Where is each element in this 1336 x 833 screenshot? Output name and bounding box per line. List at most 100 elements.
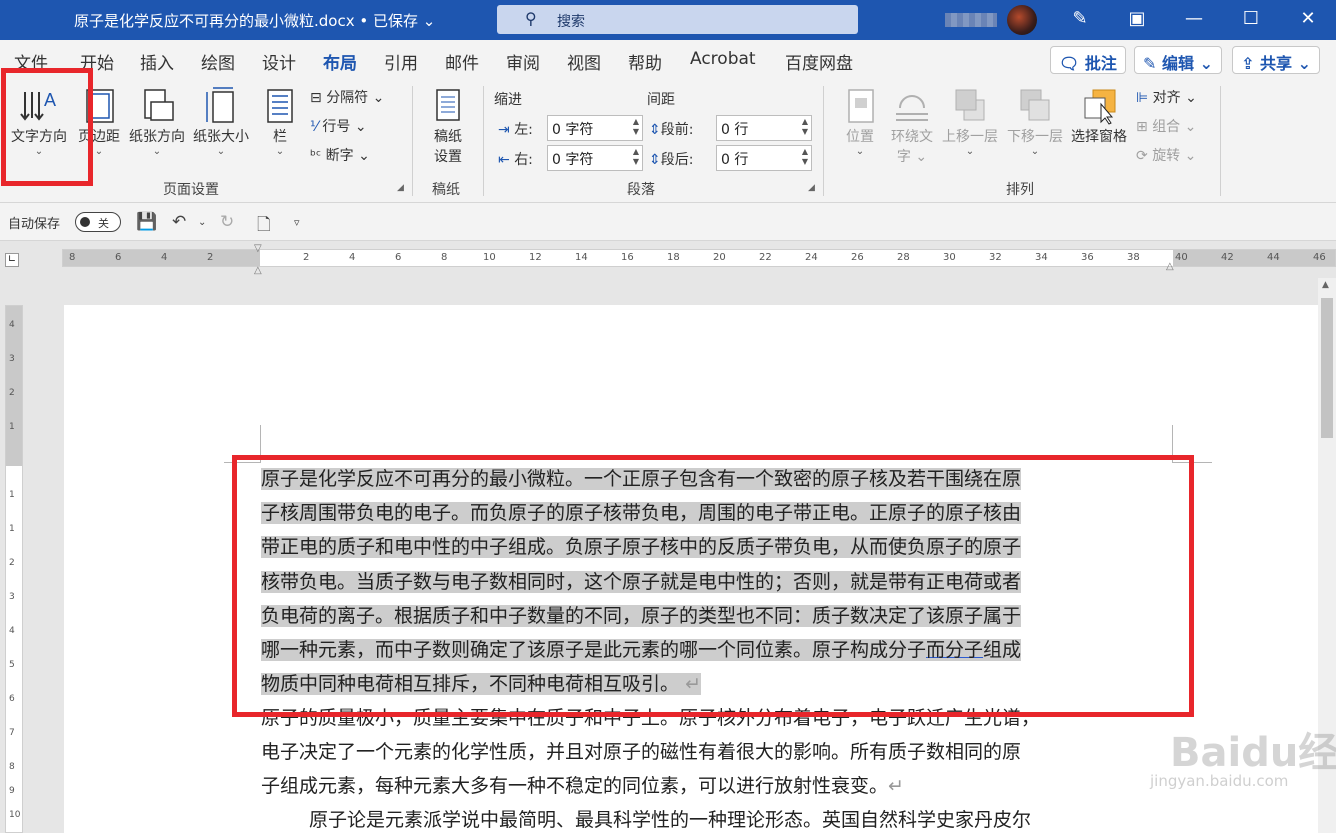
indent-title: 缩进 <box>494 92 522 108</box>
breaks-button[interactable]: ⊟ 分隔符 ⌄ <box>310 87 384 107</box>
tab-acrobat[interactable]: Acrobat <box>690 49 756 69</box>
share-button[interactable]: ⇪ 共享 ⌄ <box>1232 46 1320 74</box>
indent-right-label: ⇤ 右: <box>498 152 533 168</box>
right-indent-marker[interactable]: △ <box>1166 261 1174 272</box>
hyphenation-button[interactable]: ᵇᶜ 断字 ⌄ <box>310 145 370 165</box>
text-line: 电子决定了一个元素的化学性质，并且对原子的磁性有着很大的影响。所有质子数相同的原 <box>261 741 1022 764</box>
undo-dropdown-icon[interactable]: ⌄ <box>198 217 206 228</box>
ruler-tick: 38 <box>1127 252 1140 263</box>
breaks-icon: ⊟ <box>310 90 322 106</box>
group-label-paragraph: 段落 <box>627 182 655 198</box>
tab-insert[interactable]: 插入 <box>140 49 174 74</box>
ruler-tick: 18 <box>667 252 680 263</box>
ruler-tick: 4 <box>349 252 356 263</box>
ruler-tick: 4 <box>161 252 168 263</box>
columns-icon <box>267 89 293 123</box>
avatar[interactable] <box>1007 5 1037 35</box>
ruler-tick: 24 <box>805 252 818 263</box>
tab-references[interactable]: 引用 <box>384 49 418 74</box>
page-setup-launcher-icon[interactable]: ◢ <box>397 183 404 193</box>
first-line-indent-marker[interactable]: ▽ <box>254 243 262 254</box>
indent-left-icon: ⇥ <box>498 122 510 138</box>
customize-qat-icon[interactable]: ▿ <box>294 216 300 229</box>
tab-draw[interactable]: 绘图 <box>201 49 235 74</box>
ribbon-display-icon[interactable]: ▣ <box>1125 8 1149 29</box>
tab-view[interactable]: 视图 <box>567 49 601 74</box>
ruler-tick: 36 <box>1081 252 1094 263</box>
vruler-tick: 2 <box>9 388 15 398</box>
paragraph-3[interactable]: 原子论是元素派学说中最简明、最具科学性的一种理论形态。英国自然科学史家丹皮尔 <box>261 803 1176 833</box>
send-backward-button[interactable]: 下移一层 ⌄ <box>1003 86 1067 157</box>
paragraph-launcher-icon[interactable]: ◢ <box>808 183 815 193</box>
vruler-tick: 1 <box>9 524 15 534</box>
close-icon[interactable]: ✕ <box>1296 8 1320 29</box>
group-label-arrange: 排列 <box>1006 182 1034 198</box>
tab-selector[interactable]: ∟ <box>5 253 19 267</box>
size-button[interactable]: 纸张大小 ⌄ <box>191 86 251 157</box>
bring-forward-icon <box>955 89 985 121</box>
toggle-knob <box>80 217 90 227</box>
ruler-tick: 2 <box>207 252 214 263</box>
ruler-tick: 20 <box>713 252 726 263</box>
tab-help[interactable]: 帮助 <box>628 49 662 74</box>
orientation-button[interactable]: 纸张方向 ⌄ <box>127 86 187 157</box>
ruler-tick: 10 <box>483 252 496 263</box>
tab-layout[interactable]: 布局 <box>323 49 357 81</box>
align-icon: ⊫ <box>1136 90 1149 106</box>
page-size-icon <box>206 87 234 123</box>
minimize-icon[interactable]: — <box>1182 8 1206 29</box>
vruler-tick: 2 <box>9 558 15 568</box>
vruler-tick: 7 <box>9 728 15 738</box>
scroll-up-icon[interactable]: ▲ <box>1322 280 1329 290</box>
pen-icon[interactable]: ✎ <box>1068 8 1092 29</box>
tab-mailings[interactable]: 邮件 <box>445 49 479 74</box>
columns-button[interactable]: 栏 ⌄ <box>262 86 298 157</box>
position-button[interactable]: 位置 ⌄ <box>838 86 882 157</box>
indent-right-input[interactable]: 0 字符 ▲ ▼ <box>547 145 643 171</box>
ruler-tick: 46 <box>1313 252 1326 263</box>
maximize-icon[interactable]: ☐ <box>1239 8 1263 29</box>
orientation-icon <box>144 89 174 121</box>
manuscript-settings-button[interactable]: 稿纸 设置 <box>428 86 468 166</box>
new-document-icon[interactable]: 🗋 <box>257 212 271 241</box>
search-icon: ⚲ <box>525 9 537 28</box>
bring-forward-button[interactable]: 上移一层 ⌄ <box>938 86 1002 157</box>
align-button[interactable]: ⊫ 对齐 ⌄ <box>1136 87 1197 107</box>
annotation-box-text-direction <box>1 68 93 186</box>
edit-button[interactable]: ✎ 编辑 ⌄ <box>1134 46 1222 74</box>
wrap-text-button[interactable]: 环绕文 字 ⌄ <box>886 86 938 166</box>
vertical-ruler[interactable]: 4 3 2 1 1 1 2 3 4 5 6 7 8 9 10 <box>5 305 23 833</box>
pencil-icon: ✎ <box>1143 54 1157 73</box>
autosave-toggle[interactable]: 关 <box>75 212 121 232</box>
rotate-button[interactable]: ⟳ 旋转 ⌄ <box>1136 145 1196 165</box>
ruler-tick: 42 <box>1221 252 1234 263</box>
tab-baidu-netdisk[interactable]: 百度网盘 <box>785 49 853 74</box>
ruler-tick: 26 <box>851 252 864 263</box>
annotation-box-selected-text <box>232 455 1194 717</box>
paragraph-mark-icon: ↵ <box>888 775 904 798</box>
selection-pane-button[interactable]: 选择窗格 <box>1068 86 1130 146</box>
undo-icon[interactable]: ↶ <box>172 212 186 232</box>
group-button[interactable]: ⊞ 组合 ⌄ <box>1136 116 1196 136</box>
space-after-label: ⇕段后: <box>649 152 694 168</box>
tab-review[interactable]: 审阅 <box>506 49 540 74</box>
tab-design[interactable]: 设计 <box>262 49 296 74</box>
ruler-tick: 40 <box>1175 252 1188 263</box>
save-icon[interactable]: 💾 <box>136 212 157 232</box>
line-numbers-button[interactable]: ⅟ 行号 ⌄ <box>310 116 367 136</box>
redo-icon[interactable]: ↻ <box>220 212 234 232</box>
document-title[interactable]: 原子是化学反应不可再分的最小微粒.docx • 已保存 ⌄ <box>74 10 435 31</box>
manuscript-icon <box>436 89 460 121</box>
search-box[interactable]: ⚲ 搜索 <box>497 5 858 34</box>
comment-button[interactable]: 🗨 批注 <box>1050 46 1126 74</box>
ruler-tick: 8 <box>69 252 76 263</box>
hanging-indent-marker[interactable]: △ <box>254 265 262 276</box>
ruler-tick: 12 <box>529 252 542 263</box>
indent-right-icon: ⇤ <box>498 152 510 168</box>
space-before-input[interactable]: 0 行 ▲ ▼ <box>716 115 812 141</box>
indent-left-input[interactable]: 0 字符 ▲ ▼ <box>547 115 643 141</box>
scroll-thumb[interactable] <box>1321 298 1333 438</box>
space-after-input[interactable]: 0 行 ▲ ▼ <box>716 145 812 171</box>
divider <box>483 86 484 196</box>
divider <box>412 86 413 196</box>
